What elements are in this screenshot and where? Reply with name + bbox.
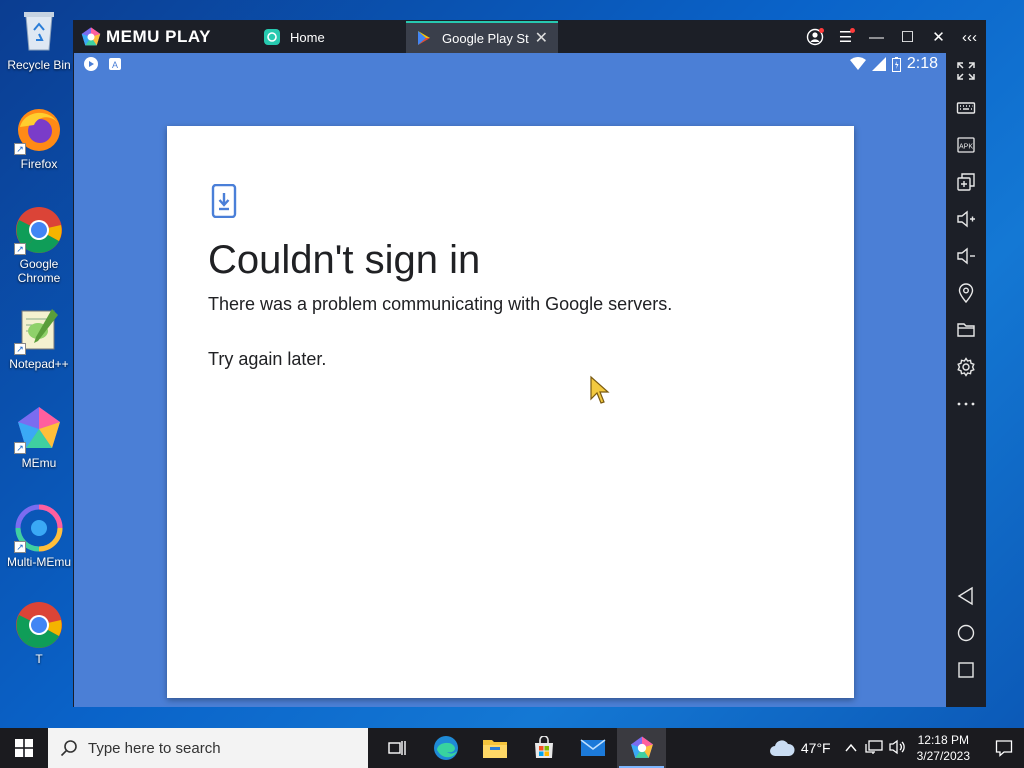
notification-dot bbox=[850, 28, 855, 33]
system-tray: 47°F 12:18 PM 3/27/2023 bbox=[769, 728, 1024, 768]
android-screen: A 2:18 Couldn't sign in There was a prob… bbox=[74, 53, 946, 707]
desktop-icon-t[interactable]: T bbox=[1, 600, 77, 666]
wifi-icon bbox=[849, 57, 866, 70]
taskbar: Type here to search 47°F 12:18 PM 3/27/2… bbox=[0, 728, 1024, 768]
multi-memu-icon: ↗ bbox=[14, 503, 64, 553]
collapse-sidebar-icon[interactable]: ‹‹‹ bbox=[954, 21, 985, 53]
search-placeholder: Type here to search bbox=[88, 739, 221, 757]
sign-in-error-dialog: Couldn't sign in There was a problem com… bbox=[167, 126, 854, 698]
notification-dot bbox=[819, 28, 824, 33]
more-icon[interactable] bbox=[946, 389, 985, 419]
shield-notification-icon bbox=[84, 57, 98, 71]
home-icon[interactable] bbox=[946, 618, 985, 648]
desktop-icon-google-chrome[interactable]: ↗ Google Chrome bbox=[1, 205, 77, 285]
chrome-icon: ↗ bbox=[14, 205, 64, 255]
desktop-icon-label: Firefox bbox=[20, 157, 58, 171]
file-explorer-icon[interactable] bbox=[470, 728, 519, 768]
multi-window-icon[interactable] bbox=[946, 167, 985, 197]
close-tab-icon[interactable]: ✕ bbox=[535, 28, 548, 48]
network-icon[interactable] bbox=[864, 739, 883, 758]
recycle-bin-icon bbox=[14, 6, 64, 56]
dialog-message: There was a problem communicating with G… bbox=[208, 294, 673, 314]
desktop-icon-label: Recycle Bin bbox=[7, 58, 71, 72]
menu-icon[interactable]: ☰ bbox=[830, 21, 861, 53]
desktop-icon-label: Google Chrome bbox=[17, 257, 61, 285]
desktop-icon-firefox[interactable]: ↗ Firefox bbox=[1, 105, 77, 171]
desktop-icon-label: Multi-MEmu bbox=[6, 555, 71, 569]
windows-start-icon[interactable] bbox=[0, 728, 48, 768]
desktop-icon-notepad-plus-plus[interactable]: ↗ Notepad++ bbox=[1, 305, 77, 371]
firefox-icon: ↗ bbox=[14, 105, 64, 155]
apk-icon[interactable]: APK bbox=[946, 130, 985, 160]
memu-taskbar-icon[interactable] bbox=[617, 728, 666, 768]
play-store-icon bbox=[416, 30, 432, 46]
tab-label: Home bbox=[290, 29, 325, 45]
volume-up-icon[interactable] bbox=[946, 204, 985, 234]
phone-download-icon bbox=[211, 184, 237, 218]
volume-down-icon[interactable] bbox=[946, 241, 985, 271]
tab-label: Google Play Store bbox=[442, 30, 529, 46]
taskbar-search-box[interactable]: Type here to search bbox=[48, 728, 368, 768]
clock-date: 3/27/2023 bbox=[916, 749, 970, 763]
weather-widget[interactable]: 47°F bbox=[769, 739, 831, 757]
minimize-icon[interactable]: — bbox=[861, 21, 892, 53]
edge-icon[interactable] bbox=[421, 728, 470, 768]
tab-google-play-store[interactable]: Google Play Store ✕ bbox=[406, 21, 558, 53]
desktop-icon-memu[interactable]: ↗ MEmu bbox=[1, 404, 77, 470]
cloud-icon bbox=[769, 740, 795, 756]
home-app-icon bbox=[264, 29, 280, 45]
search-icon bbox=[60, 740, 77, 757]
android-clock: 2:18 bbox=[906, 55, 938, 72]
desktop-icon-label: T bbox=[35, 652, 43, 666]
title-bar: MEMU PLAY Home Google Play Store ✕ ☰ — ☐… bbox=[74, 21, 985, 53]
svg-text:A: A bbox=[112, 60, 118, 70]
android-status-bar: A 2:18 bbox=[74, 53, 946, 77]
account-icon[interactable] bbox=[799, 21, 830, 53]
back-icon[interactable] bbox=[946, 581, 985, 611]
dialog-retry-text: Try again later. bbox=[208, 349, 327, 369]
taskbar-clock[interactable]: 12:18 PM 3/27/2023 bbox=[917, 732, 970, 764]
close-icon[interactable]: ✕ bbox=[923, 21, 954, 53]
clock-time: 12:18 PM bbox=[917, 733, 969, 747]
mail-icon[interactable] bbox=[568, 728, 617, 768]
mouse-cursor-icon bbox=[590, 375, 610, 404]
emulator-side-toolbar: APK bbox=[946, 53, 985, 707]
microsoft-store-icon[interactable] bbox=[519, 728, 568, 768]
notepad-plus-plus-icon: ↗ bbox=[14, 305, 64, 355]
desktop-icon-recycle-bin[interactable]: Recycle Bin bbox=[1, 6, 77, 72]
settings-icon[interactable] bbox=[946, 352, 985, 382]
app-notification-icon: A bbox=[109, 58, 121, 70]
tab-home[interactable]: Home bbox=[254, 21, 406, 53]
signal-icon bbox=[871, 57, 886, 71]
task-view-icon[interactable] bbox=[372, 728, 421, 768]
folder-icon[interactable] bbox=[946, 315, 985, 345]
battery-icon bbox=[891, 56, 901, 72]
memu-window: MEMU PLAY Home Google Play Store ✕ ☰ — ☐… bbox=[73, 20, 986, 707]
chevron-up-icon[interactable] bbox=[845, 741, 857, 756]
fullscreen-icon[interactable] bbox=[946, 56, 985, 86]
volume-icon[interactable] bbox=[888, 739, 907, 758]
maximize-icon[interactable]: ☐ bbox=[892, 21, 923, 53]
memu-icon: ↗ bbox=[14, 404, 64, 454]
desktop-icon-label: Notepad++ bbox=[9, 357, 69, 371]
weather-temperature: 47°F bbox=[800, 740, 831, 756]
desktop-icon-multi-memu[interactable]: ↗ Multi-MEmu bbox=[1, 503, 77, 569]
location-icon[interactable] bbox=[946, 278, 985, 308]
memu-logo-icon bbox=[81, 27, 101, 46]
brand-name: MEMU PLAY bbox=[106, 27, 211, 46]
svg-text:APK: APK bbox=[958, 144, 972, 151]
chrome-icon bbox=[14, 600, 64, 650]
dialog-title: Couldn't sign in bbox=[208, 238, 481, 282]
desktop-icon-label: MEmu bbox=[21, 456, 57, 470]
notification-center-icon[interactable] bbox=[984, 728, 1024, 768]
memu-brand: MEMU PLAY bbox=[74, 21, 254, 53]
keyboard-icon[interactable] bbox=[946, 93, 985, 123]
recents-icon[interactable] bbox=[946, 655, 985, 685]
